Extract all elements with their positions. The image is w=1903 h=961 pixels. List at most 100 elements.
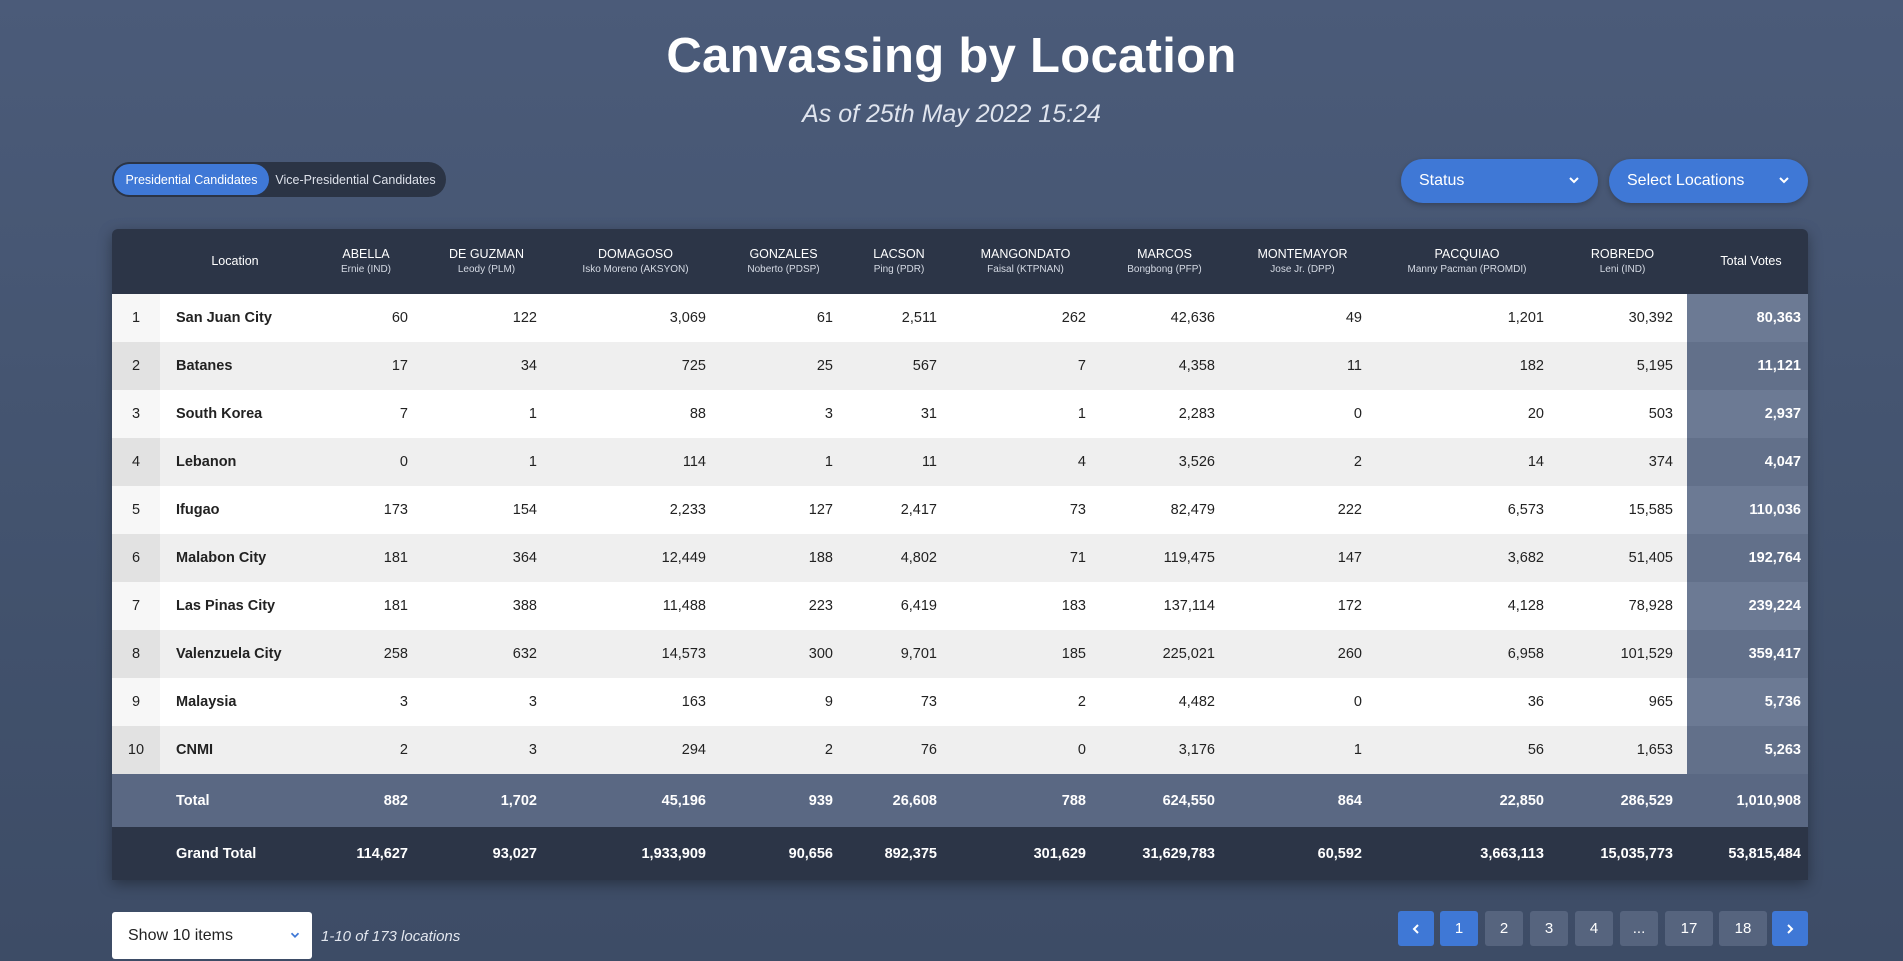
table-row[interactable]: 7 Las Pinas City 181 388 11,488 223 6,419 183 13… xyxy=(112,582,1808,630)
vote-cell: 11 xyxy=(1229,342,1376,390)
vote-cell: 122 xyxy=(422,294,551,342)
vote-cell: 15,585 xyxy=(1558,486,1687,534)
page-button-3[interactable]: 3 xyxy=(1530,911,1568,946)
page-ellipsis: ... xyxy=(1620,911,1658,946)
row-rank: 5 xyxy=(112,486,160,534)
vote-cell: 725 xyxy=(551,342,720,390)
table-header-row: Location ABELLA Ernie (IND) DE GUZMAN Leod… xyxy=(112,229,1808,294)
table-row[interactable]: 10 CNMI 2 3 294 2 76 0 3,176 1 56 1,653 5,263 xyxy=(112,726,1808,774)
locations-dropdown-label: Select Locations xyxy=(1627,172,1745,189)
location-header[interactable]: Location xyxy=(160,229,310,294)
vote-cell: 1,653 xyxy=(1558,726,1687,774)
vote-cell: 3 xyxy=(310,678,422,726)
vote-cell: 9,701 xyxy=(847,630,951,678)
vote-cell: 6,419 xyxy=(847,582,951,630)
candidate-header[interactable]: ROBREDO Leni (IND) xyxy=(1558,229,1687,294)
vote-cell: 2 xyxy=(720,726,847,774)
page-button-2[interactable]: 2 xyxy=(1485,911,1523,946)
vote-cell: 2 xyxy=(310,726,422,774)
page-size-select[interactable]: Show 10 items xyxy=(112,912,312,959)
candidate-header[interactable]: DOMAGOSO Isko Moreno (AKSYON) xyxy=(551,229,720,294)
vote-cell: 2,511 xyxy=(847,294,951,342)
vote-cell: 31 xyxy=(847,390,951,438)
grand-total-cell: 93,027 xyxy=(492,845,537,862)
vote-cell: 4 xyxy=(951,438,1100,486)
table-row[interactable]: 1 San Juan City 60 122 3,069 61 2,511 262 42,636… xyxy=(112,294,1808,342)
candidate-name: DE GUZMAN xyxy=(449,247,524,262)
vote-cell: 223 xyxy=(720,582,847,630)
table-row[interactable]: 2 Batanes 17 34 725 25 567 7 4,358 11 182 5,195 11,1… xyxy=(112,342,1808,390)
vote-cell: 12,449 xyxy=(551,534,720,582)
candidate-header[interactable]: MARCOS Bongbong (PFP) xyxy=(1100,229,1229,294)
vote-cell: 632 xyxy=(422,630,551,678)
row-total-votes: 11,121 xyxy=(1687,342,1808,390)
canvass-table-container: Location ABELLA Ernie (IND) DE GUZMAN Leod… xyxy=(112,229,1808,880)
table-row[interactable]: 8 Valenzuela City 258 632 14,573 300 9,701 185 2… xyxy=(112,630,1808,678)
vote-cell: 61 xyxy=(720,294,847,342)
candidate-name: MARCOS xyxy=(1137,247,1192,262)
table-row[interactable]: 9 Malaysia 3 3 163 9 73 2 4,482 0 36 965 5,736 xyxy=(112,678,1808,726)
total-cell: 624,550 xyxy=(1162,792,1215,809)
next-page-button[interactable] xyxy=(1772,911,1808,946)
grand-total-cell: 1,933,909 xyxy=(641,845,706,862)
candidate-header[interactable]: ABELLA Ernie (IND) xyxy=(310,229,422,294)
vote-cell: 0 xyxy=(1229,678,1376,726)
candidate-header[interactable]: DE GUZMAN Leody (PLM) xyxy=(422,229,551,294)
vote-cell: 88 xyxy=(551,390,720,438)
row-location: Ifugao xyxy=(160,486,310,534)
total-cell: 22,850 xyxy=(1499,792,1544,809)
vote-cell: 71 xyxy=(951,534,1100,582)
vote-cell: 137,114 xyxy=(1100,582,1229,630)
table-row[interactable]: 6 Malabon City 181 364 12,449 188 4,802 71 119,4… xyxy=(112,534,1808,582)
grand-total-cell: 60,592 xyxy=(1317,845,1362,862)
grand-total-cell: 892,375 xyxy=(884,845,937,862)
total-votes-cell: 1,010,908 xyxy=(1687,774,1808,827)
row-total-votes: 239,224 xyxy=(1687,582,1808,630)
prev-page-button[interactable] xyxy=(1398,911,1434,946)
vote-cell: 4,358 xyxy=(1100,342,1229,390)
candidate-sub: Leody (PLM) xyxy=(457,264,516,276)
candidate-sub: Bongbong (PFP) xyxy=(1127,264,1202,276)
table-row[interactable]: 4 Lebanon 0 1 114 1 11 4 3,526 2 14 374 4,047 xyxy=(112,438,1808,486)
candidate-header[interactable]: GONZALES Noberto (PDSP) xyxy=(720,229,847,294)
candidate-type-toggle: Presidential Candidates Vice-Presidentia… xyxy=(112,162,446,197)
status-dropdown[interactable]: Status xyxy=(1401,159,1598,203)
grand-total-cell: 114,627 xyxy=(356,845,408,862)
vote-cell: 0 xyxy=(951,726,1100,774)
vote-cell: 294 xyxy=(551,726,720,774)
candidate-sub: Ping (PDR) xyxy=(873,264,925,276)
vote-cell: 51,405 xyxy=(1558,534,1687,582)
vote-cell: 56 xyxy=(1376,726,1558,774)
locations-dropdown[interactable]: Select Locations xyxy=(1609,159,1808,203)
row-rank: 9 xyxy=(112,678,160,726)
vote-cell: 78,928 xyxy=(1558,582,1687,630)
total-votes-header[interactable]: Total Votes xyxy=(1687,229,1808,294)
page-button-18[interactable]: 18 xyxy=(1719,911,1767,946)
vote-cell: 42,636 xyxy=(1100,294,1229,342)
row-rank: 7 xyxy=(112,582,160,630)
vote-cell: 260 xyxy=(1229,630,1376,678)
candidate-header[interactable]: PACQUIAO Manny Pacman (PROMDI) xyxy=(1376,229,1558,294)
page-button-4[interactable]: 4 xyxy=(1575,911,1613,946)
candidate-name: ROBREDO xyxy=(1590,247,1655,262)
vote-cell: 225,021 xyxy=(1100,630,1229,678)
total-cell: 788 xyxy=(1061,792,1086,809)
vote-cell: 1 xyxy=(422,438,551,486)
page-button-1[interactable]: 1 xyxy=(1440,911,1478,946)
grand-total-cell: 15,035,773 xyxy=(1600,845,1673,862)
table-row[interactable]: 3 South Korea 7 1 88 3 31 1 2,283 0 20 503 2,937 xyxy=(112,390,1808,438)
candidate-sub: Ernie (IND) xyxy=(340,264,391,276)
row-total-votes: 2,937 xyxy=(1687,390,1808,438)
vote-cell: 2,233 xyxy=(551,486,720,534)
candidate-header[interactable]: MONTEMAYOR Jose Jr. (DPP) xyxy=(1229,229,1376,294)
candidate-header[interactable]: LACSON Ping (PDR) xyxy=(847,229,951,294)
candidate-header[interactable]: MANGONDATO Faisal (KTPNAN) xyxy=(951,229,1100,294)
table-row[interactable]: 5 Ifugao 173 154 2,233 127 2,417 73 82,479 222 6,5… xyxy=(112,486,1808,534)
vote-cell: 3,069 xyxy=(551,294,720,342)
tab-vice-presidential-candidates[interactable]: Vice-Presidential Candidates xyxy=(269,164,442,195)
pagination-range: 1-10 of 173 locations xyxy=(321,928,461,945)
page-button-17[interactable]: 17 xyxy=(1665,911,1713,946)
total-cell: 1,702 xyxy=(500,792,537,809)
tab-presidential-candidates[interactable]: Presidential Candidates xyxy=(114,164,269,195)
chevron-down-icon xyxy=(1569,177,1579,184)
